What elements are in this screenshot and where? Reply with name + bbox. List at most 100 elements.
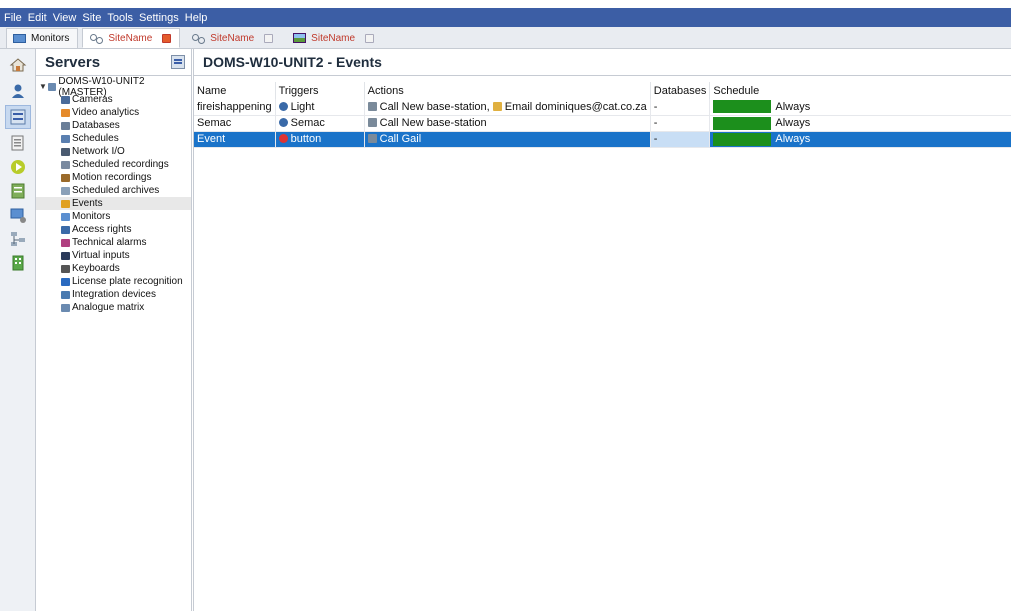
cell-databases: - [650, 99, 711, 116]
menu-tools[interactable]: Tools [107, 12, 133, 24]
server-tree: ▼ DOMS-W10-UNIT2 (MASTER) Cameras Video a… [36, 76, 191, 314]
tree-item-icon [61, 186, 70, 195]
schedule-bar [713, 116, 772, 130]
server-options-icon[interactable] [171, 55, 185, 69]
tree-item-icon [61, 251, 70, 260]
tree-item-motion-recordings[interactable]: Motion recordings [36, 171, 191, 184]
home-icon[interactable] [7, 55, 29, 75]
column-header-name[interactable]: Name [194, 82, 276, 99]
tree-item-label: Keyboards [72, 263, 120, 274]
action-call-icon [367, 134, 377, 143]
site-icon [191, 32, 206, 44]
tree-item-integration-devices[interactable]: Integration devices [36, 288, 191, 301]
cell-name: Semac [194, 115, 276, 132]
monitor-icon [13, 34, 26, 43]
tree-item-icon [61, 212, 70, 221]
servers-panel: Servers ▼ DOMS-W10-UNIT2 (MASTER) Camera… [36, 49, 192, 611]
tree-item-scheduled-recordings[interactable]: Scheduled recordings [36, 158, 191, 171]
cell-databases: - [650, 115, 711, 132]
tree-item-icon [61, 160, 70, 169]
menu-bar: File Edit View Site Tools Settings Help [0, 8, 1011, 27]
user-icon[interactable] [7, 81, 29, 101]
tree-item-virtual-inputs[interactable]: Virtual inputs [36, 249, 191, 262]
menu-view[interactable]: View [53, 12, 77, 24]
cell-schedule: Always [709, 115, 1011, 132]
tree-item-icon [61, 290, 70, 299]
tree-item-technical-alarms[interactable]: Technical alarms [36, 236, 191, 249]
schedule-bar [713, 100, 772, 114]
column-header-schedule[interactable]: Schedule [709, 82, 1011, 99]
column-header-actions[interactable]: Actions [364, 82, 651, 99]
tab-label: SiteName [210, 32, 255, 44]
tree-item-icon [61, 147, 70, 156]
tab-sitename-1[interactable]: SiteName [82, 28, 181, 48]
tree-item-databases[interactable]: Databases [36, 119, 191, 132]
close-icon[interactable] [365, 33, 375, 43]
site-icon [89, 32, 104, 44]
tree-item-label: Monitors [72, 211, 111, 222]
table-row[interactable]: Event button Call Gail - Always [194, 131, 1011, 148]
tree-item-label: License plate recognition [72, 276, 183, 287]
monitor-settings-icon[interactable] [7, 205, 29, 225]
events-table: Name Triggers Actions Databases Schedule… [194, 82, 1011, 148]
tree-item-keyboards[interactable]: Keyboards [36, 262, 191, 275]
trigger-label: button [290, 133, 322, 145]
servers-icon[interactable] [5, 105, 31, 129]
server-icon [47, 82, 57, 91]
table-header-row: Name Triggers Actions Databases Schedule [194, 82, 1011, 99]
email-icon [492, 101, 502, 111]
trigger-label: Semac [290, 117, 325, 129]
tree-item-network-i-o[interactable]: Network I/O [36, 145, 191, 158]
play-icon[interactable] [7, 157, 29, 177]
tree-item-schedules[interactable]: Schedules [36, 132, 191, 145]
tab-sitename-3[interactable]: SiteName [286, 28, 383, 48]
tree-item-icon [61, 225, 70, 234]
tree-item-icon [61, 303, 70, 312]
tree-item-icon [61, 238, 70, 247]
tree-root-server[interactable]: ▼ DOMS-W10-UNIT2 (MASTER) [36, 76, 191, 98]
trigger-icon [278, 101, 288, 111]
column-header-databases[interactable]: Databases [650, 82, 711, 99]
tree-item-label: Network I/O [72, 146, 125, 157]
menu-settings[interactable]: Settings [139, 12, 179, 24]
tree-item-label: Events [72, 198, 103, 209]
action-extra-label: Email dominiques@cat.co.za [504, 100, 647, 113]
tree-item-analogue-matrix[interactable]: Analogue matrix [36, 301, 191, 314]
tab-sitename-2[interactable]: SiteName [184, 28, 282, 48]
table-row[interactable]: Semac Semac Call New base-station - Always [194, 115, 1011, 132]
tree-item-label: Integration devices [72, 289, 156, 300]
column-header-triggers[interactable]: Triggers [275, 82, 365, 99]
tree-item-license-plate-recognition[interactable]: License plate recognition [36, 275, 191, 288]
tab-strip: Monitors SiteName SiteName SiteName [0, 27, 1011, 49]
chevron-down-icon[interactable]: ▼ [39, 82, 48, 91]
tree-item-label: Access rights [72, 224, 132, 235]
action-label: Call New base-station, [379, 100, 490, 113]
tree-item-video-analytics[interactable]: Video analytics [36, 106, 191, 119]
cell-actions: Call New base-station [364, 115, 651, 132]
servers-title: Servers [45, 53, 101, 71]
menu-help[interactable]: Help [185, 12, 208, 24]
tree-item-scheduled-archives[interactable]: Scheduled archives [36, 184, 191, 197]
tree-item-label: Scheduled archives [72, 185, 160, 196]
archive-icon[interactable] [7, 181, 29, 201]
tree-item-icon [61, 121, 70, 130]
close-icon[interactable] [264, 33, 274, 43]
tab-monitors[interactable]: Monitors [6, 28, 79, 48]
tree-item-monitors[interactable]: Monitors [36, 210, 191, 223]
tree-item-label: Technical alarms [72, 237, 147, 248]
menu-site[interactable]: Site [82, 12, 101, 24]
servers-header: Servers [36, 49, 191, 76]
menu-file[interactable]: File [4, 12, 22, 24]
network-icon[interactable] [7, 229, 29, 249]
close-icon[interactable] [162, 33, 172, 43]
cell-name: fireishappening [194, 99, 276, 116]
tree-item-access-rights[interactable]: Access rights [36, 223, 191, 236]
table-row[interactable]: fireishappening Light Call New base-statio… [194, 99, 1011, 116]
document-icon[interactable] [7, 133, 29, 153]
building-icon[interactable] [7, 253, 29, 273]
trigger-icon [278, 134, 288, 143]
menu-edit[interactable]: Edit [28, 12, 47, 24]
tree-item-events[interactable]: Events [36, 197, 191, 210]
cell-actions: Call Gail [364, 131, 651, 148]
tab-label: SiteName [311, 32, 356, 44]
